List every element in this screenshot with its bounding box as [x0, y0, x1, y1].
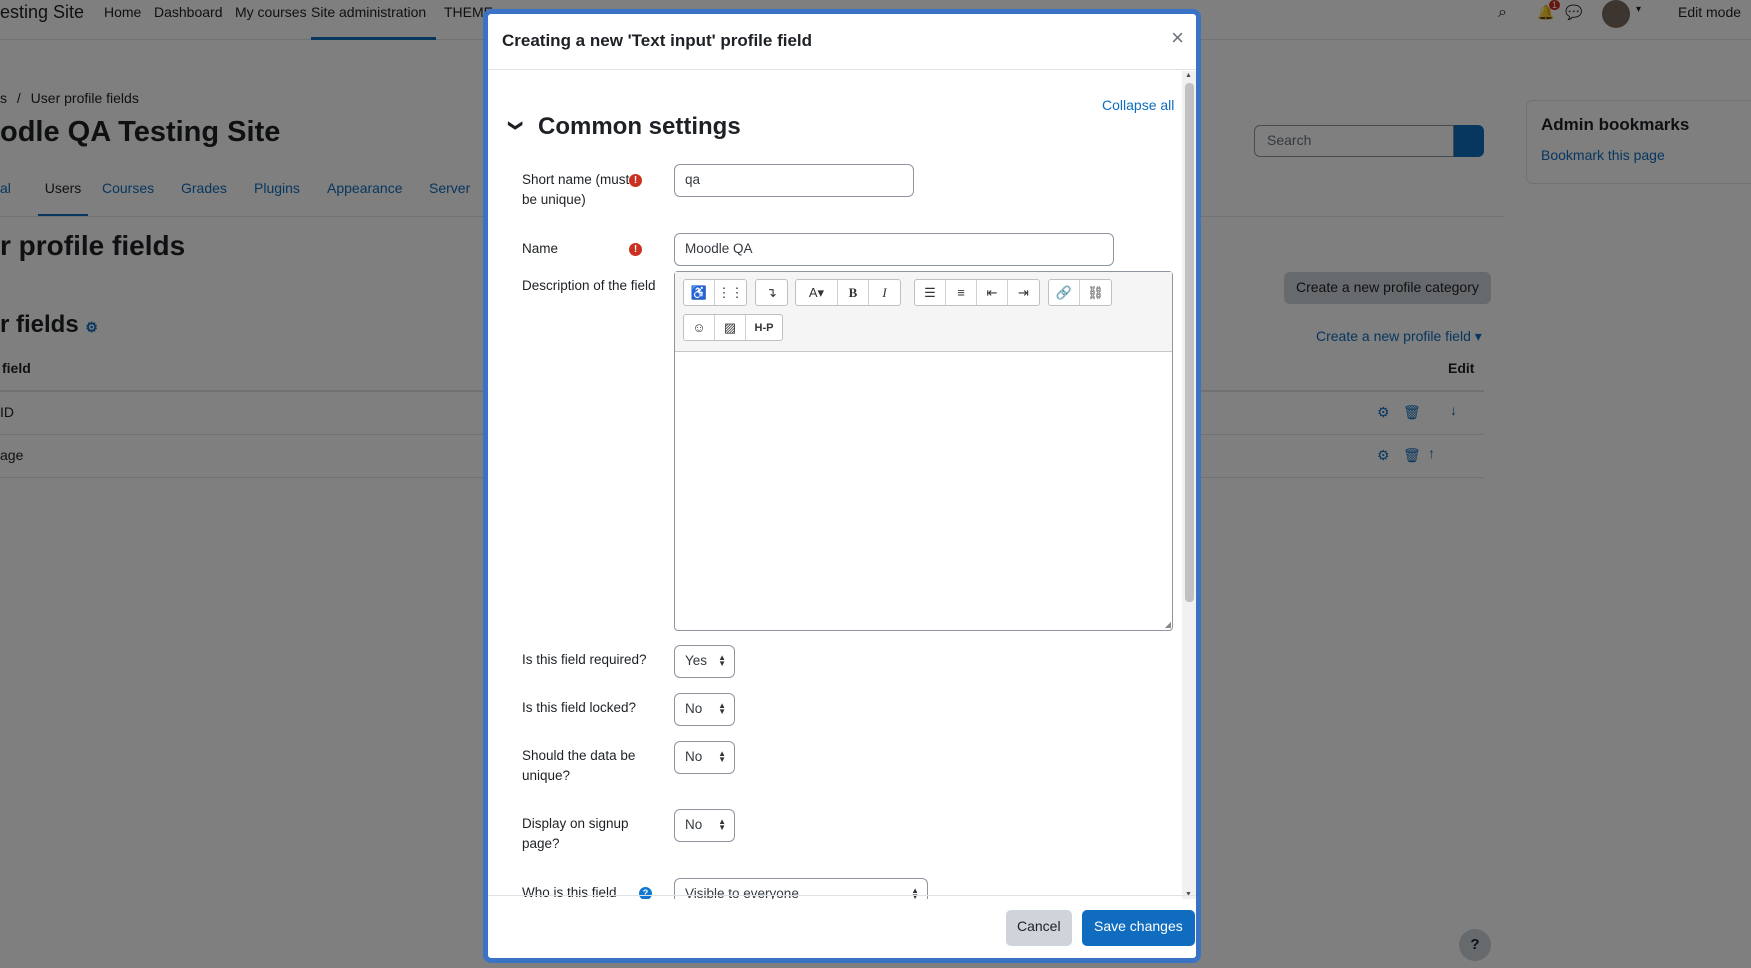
editor-toolbar: ♿ ⋮⋮ ↴ A▾ B I ☰ ≡ ⇤ ⇥ 🔗 ⛓ ☺ ▨ H-P [675, 272, 1172, 352]
locked-select[interactable]: No ▲ ▼ [674, 693, 735, 726]
short-name-label: Short name (must be unique) [522, 172, 630, 207]
section-title-common-settings[interactable]: Common settings [538, 113, 741, 141]
name-field[interactable]: Moodle QA [674, 233, 1114, 266]
select-arrows-icon: ▲ ▼ [718, 817, 726, 832]
select-arrows-icon: ▲ ▼ [718, 749, 726, 764]
locked-label: Is this field locked? [522, 700, 637, 715]
show-more-icon[interactable]: ⋮⋮ [715, 280, 746, 305]
resize-grip-icon[interactable]: ◢ [1165, 620, 1171, 629]
link-icon[interactable]: 🔗 [1049, 280, 1080, 305]
unique-select[interactable]: No ▲ ▼ [674, 741, 735, 774]
description-editor[interactable]: ♿ ⋮⋮ ↴ A▾ B I ☰ ≡ ⇤ ⇥ 🔗 ⛓ ☺ ▨ H-P ◢ [674, 271, 1173, 631]
close-icon[interactable]: × [1171, 27, 1184, 49]
toolbar-group-undo: ↴ [755, 279, 788, 306]
text-style-icon[interactable]: A▾ [796, 280, 838, 305]
required-icon: ! [629, 243, 642, 256]
collapse-all-link[interactable]: Collapse all [1102, 97, 1174, 113]
image-icon[interactable]: ▨ [715, 315, 746, 340]
italic-icon[interactable]: I [869, 280, 900, 305]
toolbar-group-media: ☺ ▨ H-P [683, 314, 783, 341]
toolbar-group-lists: ☰ ≡ ⇤ ⇥ [914, 279, 1040, 306]
modal-scrollbar[interactable]: ▲ ▼ [1182, 71, 1196, 899]
required-select[interactable]: Yes ▲ ▼ [674, 645, 735, 678]
modal-body: Collapse all ❯ Common settings Short nam… [488, 71, 1196, 899]
unlink-icon[interactable]: ⛓ [1080, 280, 1111, 305]
bold-icon[interactable]: B [838, 280, 869, 305]
scroll-up-icon[interactable]: ▲ [1185, 72, 1192, 79]
modal-title: Creating a new 'Text input' profile fiel… [502, 31, 813, 50]
outdent-icon[interactable]: ⇤ [977, 280, 1008, 305]
emoji-icon[interactable]: ☺ [684, 315, 715, 340]
required-label: Is this field required? [522, 652, 647, 667]
select-arrows-icon: ▲ ▼ [718, 701, 726, 716]
signup-label: Display on signup page? [522, 816, 629, 851]
signup-select[interactable]: No ▲ ▼ [674, 809, 735, 842]
cancel-button[interactable]: Cancel [1006, 910, 1072, 946]
undo-icon[interactable]: ↴ [756, 280, 787, 305]
toolbar-group-links: 🔗 ⛓ [1048, 279, 1112, 306]
profile-field-modal: Creating a new 'Text input' profile fiel… [483, 9, 1201, 963]
ordered-list-icon[interactable]: ≡ [946, 280, 977, 305]
modal-header: Creating a new 'Text input' profile fiel… [488, 14, 1196, 70]
modal-footer: Cancel Save changes [488, 895, 1196, 958]
signup-select-value: No [685, 817, 703, 832]
description-label: Description of the field [522, 278, 656, 293]
name-label: Name [522, 241, 559, 256]
scrollbar-thumb[interactable] [1185, 83, 1194, 602]
required-icon: ! [629, 174, 642, 187]
unique-select-value: No [685, 749, 703, 764]
required-select-value: Yes [685, 653, 708, 668]
toolbar-group-accessibility: ♿ ⋮⋮ [683, 279, 747, 306]
h5p-icon[interactable]: H-P [746, 315, 782, 340]
indent-icon[interactable]: ⇥ [1008, 280, 1039, 305]
toolbar-group-format: A▾ B I [795, 279, 901, 306]
locked-select-value: No [685, 701, 703, 716]
short-name-field[interactable]: qa [674, 164, 914, 197]
chevron-down-icon[interactable]: ❯ [507, 120, 524, 132]
accessibility-icon[interactable]: ♿ [684, 280, 715, 305]
unique-label: Should the data be unique? [522, 748, 636, 783]
save-changes-button[interactable]: Save changes [1082, 910, 1195, 946]
select-arrows-icon: ▲ ▼ [718, 653, 726, 668]
unordered-list-icon[interactable]: ☰ [915, 280, 946, 305]
